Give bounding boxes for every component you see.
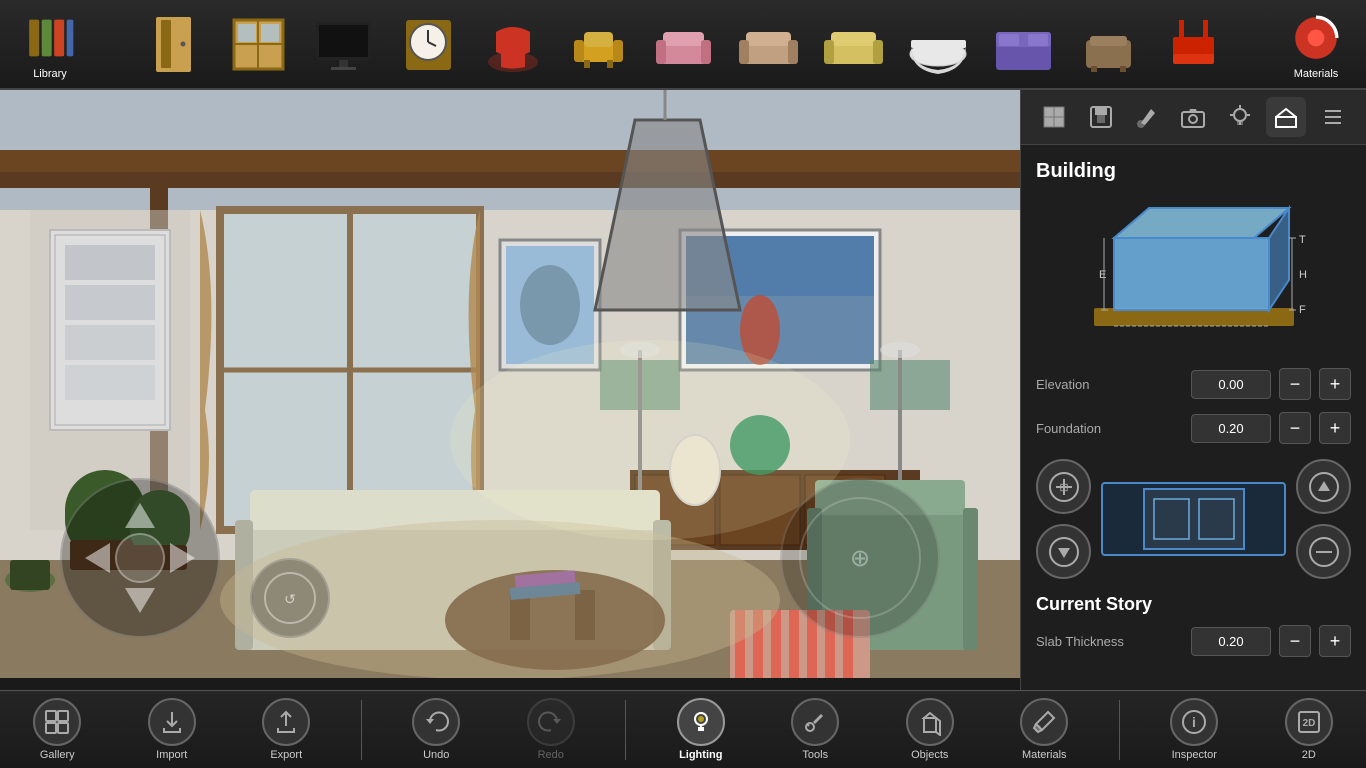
furniture-door[interactable] [133,4,213,84]
elevation-row: Elevation − + [1036,368,1351,400]
furniture-chair-red[interactable] [473,4,553,84]
import-label: Import [156,749,187,761]
navigation-ring[interactable] [60,478,220,638]
library-button[interactable]: Library [10,3,90,85]
panel-save-tool[interactable] [1081,97,1121,137]
panel-paint-tool[interactable] [1127,97,1167,137]
right-panel: Building T H F E [1020,90,1366,768]
objects-label: Objects [911,749,948,761]
export-label: Export [270,749,302,761]
tools-icon [791,698,839,746]
furniture-tv[interactable] [303,4,383,84]
floor-preview [1101,482,1286,556]
remove-story-btn[interactable] [1296,524,1351,579]
rotate-ring[interactable]: ↺ [250,558,330,638]
svg-text:T: T [1299,234,1306,246]
redo-label: Redo [538,749,564,761]
story-down-btn[interactable] [1036,524,1091,579]
materials-brush-icon [1020,698,1068,746]
slab-minus[interactable]: − [1279,625,1311,657]
export-icon [262,698,310,746]
building-diagram: T H F E [1074,198,1314,348]
lighting-button[interactable]: Lighting [661,698,741,761]
foundation-row: Foundation − + [1036,412,1351,444]
furniture-window[interactable] [218,4,298,84]
divider-3 [1119,700,1120,760]
gallery-button[interactable]: Gallery [17,698,97,761]
bottom-toolbar: Gallery Import Export Undo Redo Lighting [0,690,1366,768]
building-title: Building [1036,160,1351,183]
elevation-plus[interactable]: + [1319,368,1351,400]
undo-button[interactable]: Undo [396,698,476,761]
slab-thickness-input[interactable] [1191,627,1271,656]
import-icon [148,698,196,746]
2d-label: 2D [1302,749,1316,761]
objects-button[interactable]: Objects [890,698,970,761]
panel-top-toolbar [1021,90,1366,145]
panel-objects-tool[interactable] [1034,97,1074,137]
panel-light-tool[interactable] [1220,97,1260,137]
orbit-ring[interactable]: ⊕ [780,478,940,638]
svg-text:⊕: ⊕ [850,545,870,572]
elevation-input[interactable] [1191,370,1271,399]
furniture-sofa-yellow[interactable] [813,4,893,84]
divider-2 [625,700,626,760]
foundation-minus[interactable]: − [1279,412,1311,444]
panel-camera-tool[interactable] [1173,97,1213,137]
redo-icon [527,698,575,746]
add-story-btn[interactable]: ⊞ [1036,459,1091,514]
materials-label: Materials [1022,749,1067,761]
furniture-bed-purple[interactable] [983,4,1063,84]
furniture-strip [90,4,1276,84]
furniture-clock[interactable] [388,4,468,84]
furniture-chair-red2[interactable] [1153,4,1233,84]
inspector-icon: i [1170,698,1218,746]
lighting-label: Lighting [679,749,722,761]
svg-text:H: H [1299,269,1307,281]
furniture-sofa-pink[interactable] [643,4,723,84]
panel-list-tool[interactable] [1313,97,1353,137]
svg-text:2D: 2D [1302,718,1315,729]
foundation-plus[interactable]: + [1319,412,1351,444]
slab-plus[interactable]: + [1319,625,1351,657]
top-toolbar: Library [0,0,1366,90]
import-button[interactable]: Import [132,698,212,761]
svg-text:F: F [1299,304,1306,316]
2d-icon: 2D [1285,698,1333,746]
svg-text:⊞: ⊞ [1059,482,1068,494]
divider-1 [361,700,362,760]
gallery-icon [33,698,81,746]
current-story-title: Current Story [1036,594,1351,615]
tools-label: Tools [802,749,828,761]
tools-button[interactable]: Tools [775,698,855,761]
svg-text:i: i [1192,714,1196,730]
foundation-input[interactable] [1191,414,1271,443]
viewport[interactable]: ↺ ⊕ [0,90,1020,678]
furniture-ottoman[interactable] [1068,4,1148,84]
svg-text:↺: ↺ [284,591,296,607]
furniture-bathtub[interactable] [898,4,978,84]
panel-content: Building T H F E [1021,145,1366,768]
panel-building-tool[interactable] [1266,97,1306,137]
elevation-minus[interactable]: − [1279,368,1311,400]
materials-button[interactable]: Materials [1004,698,1084,761]
furniture-sofa-beige[interactable] [728,4,808,84]
2d-button[interactable]: 2D 2D [1269,698,1349,761]
redo-button[interactable]: Redo [511,698,591,761]
furniture-armchair-yellow[interactable] [558,4,638,84]
slab-thickness-row: Slab Thickness − + [1036,625,1351,657]
gallery-label: Gallery [40,749,75,761]
materials-button[interactable]: Materials [1276,3,1356,85]
undo-icon [412,698,460,746]
svg-text:E: E [1099,269,1106,281]
inspector-button[interactable]: i Inspector [1154,698,1234,761]
lighting-icon [677,698,725,746]
export-button[interactable]: Export [246,698,326,761]
story-up-btn[interactable] [1296,459,1351,514]
inspector-label: Inspector [1172,749,1217,761]
undo-label: Undo [423,749,449,761]
objects-icon [906,698,954,746]
